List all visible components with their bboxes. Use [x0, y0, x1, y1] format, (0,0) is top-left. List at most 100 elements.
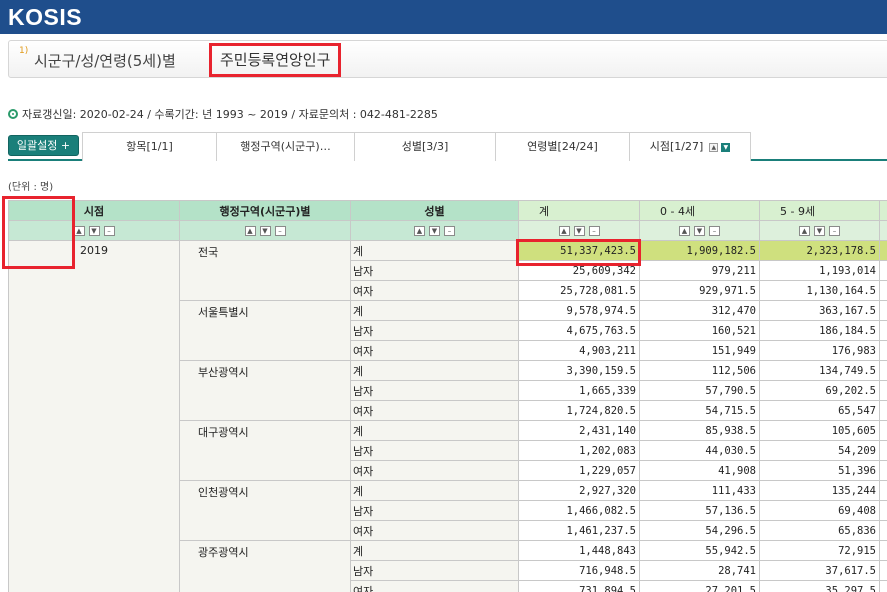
sex-cell: 남자 — [350, 560, 519, 581]
sort-asc-icon[interactable]: ▲ — [799, 226, 810, 236]
value-cell[interactable]: 57,136.5 — [639, 500, 760, 521]
sort-desc-icon[interactable]: ▼ — [814, 226, 825, 236]
sex-cell: 남자 — [350, 440, 519, 461]
value-cell[interactable]: 27,201.5 — [639, 580, 760, 592]
tab-age[interactable]: 연령별[24/24] — [495, 132, 629, 161]
sort-desc-icon[interactable]: ▼ — [573, 226, 585, 236]
value-cell[interactable]: 1,130,164.5 — [759, 280, 880, 301]
value-cell-overflow — [879, 300, 887, 321]
tab-sex[interactable]: 성별[3/3] — [354, 132, 495, 161]
value-cell[interactable]: 51,337,423.5 — [518, 240, 640, 261]
collapse-icon[interactable]: – — [103, 226, 115, 236]
value-cell[interactable]: 37,617.5 — [759, 560, 880, 581]
value-cell[interactable]: 25,609,342 — [518, 260, 640, 281]
sort-desc-icon[interactable]: ▼ — [429, 226, 440, 236]
value-cell[interactable]: 25,728,081.5 — [518, 280, 640, 301]
sex-cell: 계 — [350, 360, 519, 381]
sort-desc-icon[interactable]: ▼ — [88, 226, 100, 236]
value-cell[interactable]: 1,909,182.5 — [639, 240, 760, 261]
value-cell[interactable]: 363,167.5 — [759, 300, 880, 321]
value-cell[interactable]: 312,470 — [639, 300, 760, 321]
chevron-down-icon[interactable]: ▼ — [721, 142, 731, 152]
sex-cell: 계 — [350, 300, 519, 321]
sort-asc-icon[interactable]: ▲ — [244, 226, 256, 236]
kosis-logo[interactable]: KOSIS — [8, 4, 82, 31]
value-cell[interactable]: 35,297.5 — [759, 580, 880, 592]
value-cell[interactable]: 160,521 — [639, 320, 760, 341]
header-region: 행정구역(시군구)별 — [179, 200, 351, 221]
collapse-icon[interactable]: – — [709, 226, 720, 236]
value-cell[interactable]: 69,408 — [759, 500, 880, 521]
collapse-icon[interactable]: – — [274, 226, 286, 236]
sort-asc-icon[interactable]: ▲ — [73, 226, 85, 236]
value-cell[interactable]: 135,244 — [759, 480, 880, 501]
value-cell[interactable]: 1,202,083 — [518, 440, 640, 461]
value-cell[interactable]: 54,296.5 — [639, 520, 760, 541]
sex-cell: 여자 — [350, 580, 519, 592]
sex-cell: 여자 — [350, 460, 519, 481]
tab-item[interactable]: 항목[1/1] — [82, 132, 216, 161]
value-cell[interactable]: 929,971.5 — [639, 280, 760, 301]
value-cell[interactable]: 134,749.5 — [759, 360, 880, 381]
value-cell-overflow — [879, 460, 887, 481]
value-cell[interactable]: 85,938.5 — [639, 420, 760, 441]
header-age-0-4: 0 - 4세 — [639, 200, 760, 221]
value-cell[interactable]: 54,715.5 — [639, 400, 760, 421]
value-cell[interactable]: 28,741 — [639, 560, 760, 581]
header-age-5-9: 5 - 9세 — [759, 200, 880, 221]
sex-cell: 남자 — [350, 260, 519, 281]
value-cell[interactable]: 2,431,140 — [518, 420, 640, 441]
value-cell[interactable]: 1,665,339 — [518, 380, 640, 401]
value-cell[interactable]: 1,461,237.5 — [518, 520, 640, 541]
value-cell[interactable]: 1,724,820.5 — [518, 400, 640, 421]
value-cell[interactable]: 176,983 — [759, 340, 880, 361]
value-cell[interactable]: 112,506 — [639, 360, 760, 381]
value-cell[interactable]: 65,836 — [759, 520, 880, 541]
value-cell[interactable]: 72,915 — [759, 540, 880, 561]
value-cell[interactable]: 151,949 — [639, 340, 760, 361]
value-cell[interactable]: 57,790.5 — [639, 380, 760, 401]
value-cell[interactable]: 3,390,159.5 — [518, 360, 640, 381]
collapse-icon[interactable]: – — [588, 226, 600, 236]
value-cell[interactable]: 2,927,320 — [518, 480, 640, 501]
value-cell[interactable]: 54,209 — [759, 440, 880, 461]
value-cell[interactable]: 979,211 — [639, 260, 760, 281]
value-cell[interactable]: 1,193,014 — [759, 260, 880, 281]
value-cell[interactable]: 111,433 — [639, 480, 760, 501]
sort-asc-icon[interactable]: ▲ — [558, 226, 570, 236]
sort-desc-icon[interactable]: ▼ — [259, 226, 271, 236]
value-cell[interactable]: 1,466,082.5 — [518, 500, 640, 521]
value-cell-overflow — [879, 560, 887, 581]
header-overflow — [879, 200, 887, 221]
value-cell[interactable]: 716,948.5 — [518, 560, 640, 581]
sort-desc-icon[interactable]: ▼ — [694, 226, 705, 236]
bulk-setting-button[interactable]: 일괄설정 + — [8, 135, 79, 156]
value-cell-overflow — [879, 340, 887, 361]
collapse-icon[interactable]: – — [444, 226, 455, 236]
header-sex: 성별 — [350, 200, 519, 221]
sort-asc-icon[interactable]: ▲ — [679, 226, 690, 236]
value-cell[interactable]: 105,605 — [759, 420, 880, 441]
value-cell[interactable]: 65,547 — [759, 400, 880, 421]
value-cell[interactable]: 55,942.5 — [639, 540, 760, 561]
title-box: 1) 시군구/성/연령(5세)별 주민등록연앙인구 — [8, 40, 887, 78]
value-cell[interactable]: 44,030.5 — [639, 440, 760, 461]
value-cell[interactable]: 1,229,057 — [518, 460, 640, 481]
value-cell[interactable]: 4,903,211 — [518, 340, 640, 361]
value-cell[interactable]: 2,323,178.5 — [759, 240, 880, 261]
collapse-icon[interactable]: – — [829, 226, 840, 236]
tab-region[interactable]: 행정구역(시군구)… — [216, 132, 354, 161]
value-cell[interactable]: 1,448,843 — [518, 540, 640, 561]
value-cell[interactable]: 41,908 — [639, 460, 760, 481]
value-cell[interactable]: 51,396 — [759, 460, 880, 481]
tab-time[interactable]: 시점[1/27] ▲ ▼ — [629, 132, 751, 161]
value-cell[interactable]: 9,578,974.5 — [518, 300, 640, 321]
value-cell[interactable]: 186,184.5 — [759, 320, 880, 341]
value-cell[interactable]: 69,202.5 — [759, 380, 880, 401]
value-cell[interactable]: 731,894.5 — [518, 580, 640, 592]
value-cell[interactable]: 4,675,763.5 — [518, 320, 640, 341]
scroll-up-icon[interactable]: ▲ — [709, 142, 719, 152]
sort-asc-icon[interactable]: ▲ — [414, 226, 425, 236]
sex-cell: 계 — [350, 420, 519, 441]
region-cell: 인천광역시 — [179, 480, 351, 541]
